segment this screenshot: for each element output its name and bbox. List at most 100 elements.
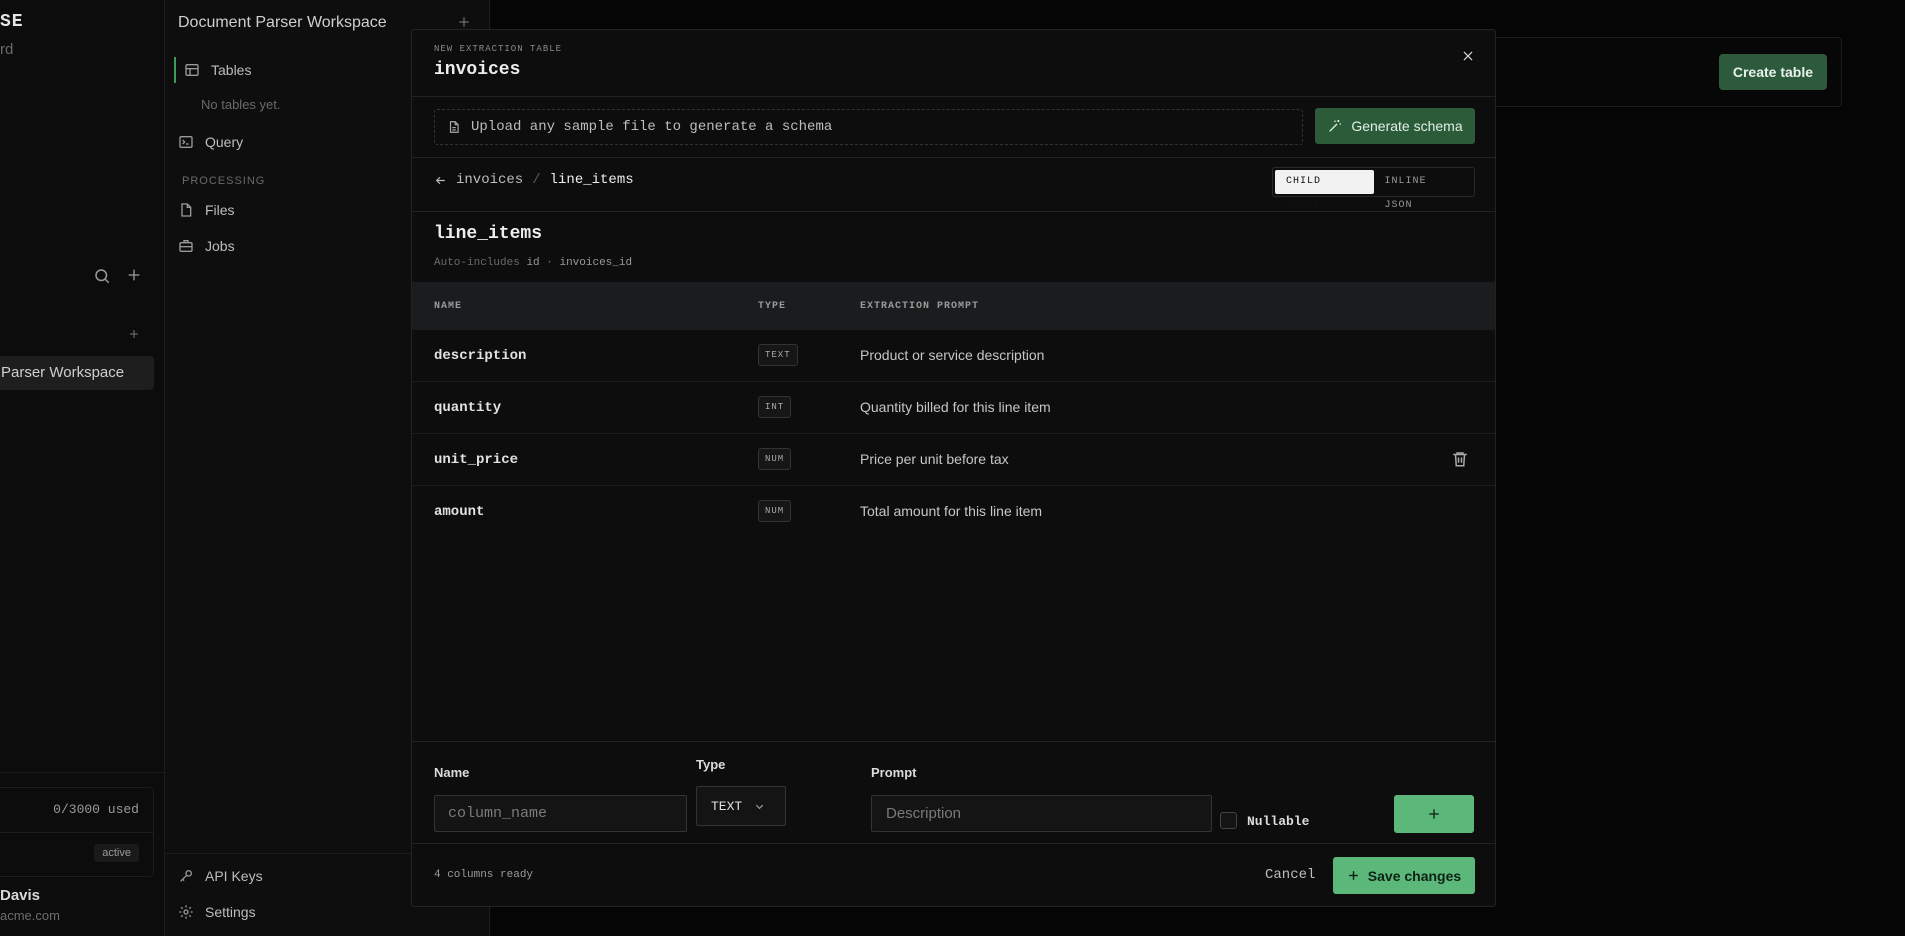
type-select-value: TEXT	[711, 798, 743, 814]
auto-includes-prefix: Auto-includes	[434, 257, 520, 269]
column-header-prompt: EXTRACTION PROMPT	[860, 301, 980, 312]
workspace-title: Document Parser Workspace	[178, 14, 387, 31]
magic-wand-icon	[1329, 120, 1342, 132]
type-badge: NUM	[758, 448, 792, 470]
usage-text: 0/3000 used	[53, 802, 139, 817]
divider	[412, 211, 1495, 212]
terminal-icon	[179, 136, 193, 148]
left-sidebar: SE rd Parser Workspace 0/3000 used activ…	[0, 0, 165, 936]
divider	[412, 96, 1495, 97]
plus-icon[interactable]	[457, 15, 471, 29]
plus-icon	[1348, 871, 1358, 880]
modal-eyebrow: NEW EXTRACTION TABLE	[434, 44, 563, 54]
briefcase-icon	[179, 240, 193, 252]
search-icon[interactable]	[93, 267, 111, 285]
type-label: Type	[696, 757, 726, 772]
usage-card: 0/3000 used active	[0, 787, 154, 877]
table-row[interactable]: description TEXT Product or service desc…	[412, 330, 1495, 382]
column-name-input[interactable]	[434, 795, 687, 832]
table-icon	[185, 64, 199, 76]
nav-item-tables[interactable]: Tables	[174, 57, 394, 83]
nav-item-jobs[interactable]: Jobs	[178, 233, 235, 259]
user-email: acme.com	[0, 908, 60, 923]
divider	[412, 843, 1495, 844]
create-table-button[interactable]: Create table	[1718, 54, 1827, 90]
generate-schema-button[interactable]: Generate schema	[1315, 108, 1475, 144]
auto-dot: ·	[546, 257, 553, 269]
prompt-label: Prompt	[871, 765, 917, 780]
row-prompt: Price per unit before tax	[860, 451, 1009, 467]
close-icon[interactable]	[1461, 49, 1475, 63]
row-name: description	[434, 348, 527, 364]
file-icon	[181, 203, 192, 217]
row-prompt: Total amount for this line item	[860, 503, 1043, 519]
auto-includes-text: Auto-includes id · invoices_id	[434, 257, 632, 269]
prompt-input[interactable]	[871, 795, 1212, 832]
nav-item-label: Files	[205, 202, 235, 218]
nav-item-label: Settings	[205, 904, 256, 920]
nav-item-settings[interactable]: Settings	[178, 899, 256, 925]
nullable-label: Nullable	[1247, 814, 1310, 829]
plus-icon[interactable]	[126, 267, 142, 283]
columns-count: 4 columns ready	[434, 869, 534, 881]
arrow-left-icon[interactable]	[434, 174, 447, 187]
breadcrumb-current: line_items	[549, 172, 634, 188]
upload-text: Upload any sample file to generate a sch…	[471, 119, 833, 135]
column-header-name: NAME	[434, 301, 463, 312]
row-name: quantity	[434, 400, 502, 416]
divider	[0, 772, 164, 773]
nullable-checkbox[interactable]	[1220, 812, 1237, 829]
generate-schema-label: Generate schema	[1351, 118, 1463, 134]
mode-option-child-table[interactable]: CHILD TABLE	[1275, 170, 1374, 211]
name-label: Name	[434, 765, 470, 780]
empty-tables-text: No tables yet.	[201, 97, 281, 112]
gear-icon	[179, 905, 193, 919]
breadcrumb-separator: /	[532, 172, 541, 188]
nav-item-label: Query	[205, 134, 244, 150]
user-name[interactable]: Davis	[0, 887, 40, 904]
nav-item-api-keys[interactable]: API Keys	[178, 863, 263, 889]
divider	[0, 832, 153, 833]
chevron-down-icon	[756, 804, 764, 809]
divider	[412, 157, 1495, 158]
nav-item-files[interactable]: Files	[178, 197, 235, 223]
table-row[interactable]: unit_price NUM Price per unit before tax	[412, 434, 1495, 486]
subtable-title: line_items	[434, 224, 543, 244]
key-icon	[180, 870, 192, 882]
modal-title: invoices	[434, 60, 521, 80]
plus-icon	[1429, 809, 1439, 819]
section-label-processing: PROCESSING	[182, 175, 266, 187]
row-prompt: Quantity billed for this line item	[860, 399, 1051, 415]
cancel-button[interactable]: Cancel	[1265, 867, 1315, 883]
save-changes-label: Save changes	[1367, 867, 1462, 884]
row-name: unit_price	[434, 452, 519, 468]
column-header-type: TYPE	[758, 301, 787, 312]
new-table-modal: NEW EXTRACTION TABLE invoices Upload any…	[411, 29, 1496, 907]
mode-option-inline-json[interactable]: INLINE JSON	[1374, 170, 1473, 211]
status-badge: active	[94, 844, 139, 862]
brand-subtitle: rd	[0, 41, 14, 58]
upload-dropzone[interactable]: Upload any sample file to generate a sch…	[434, 109, 1303, 145]
table-row[interactable]: quantity INT Quantity billed for this li…	[412, 382, 1495, 434]
mode-toggle: CHILD TABLE INLINE JSON	[1272, 167, 1475, 211]
save-changes-button[interactable]: Save changes	[1333, 857, 1475, 894]
breadcrumb: invoices / line_items	[434, 172, 634, 188]
type-badge: NUM	[758, 500, 792, 522]
add-column-button[interactable]	[1394, 795, 1474, 833]
brand-title: SE	[0, 12, 24, 32]
nav-item-label: API Keys	[205, 868, 263, 884]
divider	[412, 741, 1495, 742]
nav-item-query[interactable]: Query	[178, 129, 243, 155]
row-name: amount	[434, 504, 485, 520]
workspace-item[interactable]: Parser Workspace	[0, 356, 154, 390]
trash-icon[interactable]	[1451, 450, 1469, 468]
breadcrumb-parent[interactable]: invoices	[456, 172, 523, 188]
file-icon	[449, 121, 459, 133]
auto-col-parent-id: invoices_id	[559, 257, 633, 269]
nav-item-label: Jobs	[205, 238, 235, 254]
type-select[interactable]: TEXT	[696, 786, 786, 826]
add-workspace-icon[interactable]	[128, 328, 140, 340]
row-prompt: Product or service description	[860, 347, 1045, 363]
table-row[interactable]: amount NUM Total amount for this line it…	[412, 486, 1495, 538]
columns-header: NAME TYPE EXTRACTION PROMPT	[412, 282, 1495, 330]
